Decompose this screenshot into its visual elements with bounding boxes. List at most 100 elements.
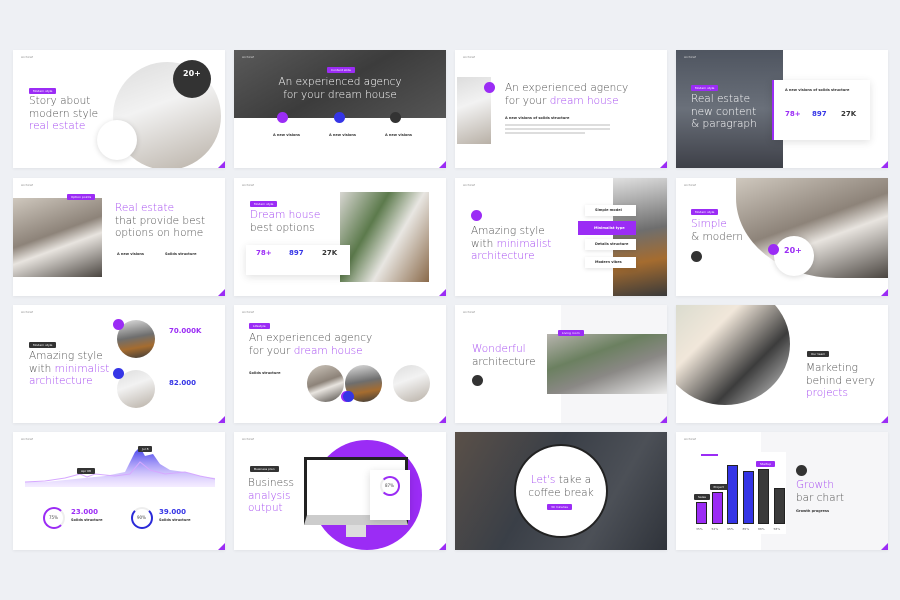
slide-title: Marketing behind every projects [806, 362, 876, 399]
slide-thumbnail-11[interactable]: Archiraf Living room Wonderful architectu… [455, 305, 667, 423]
corner-mark [881, 289, 888, 296]
slide-tag: Modern style [29, 342, 57, 348]
bar [773, 488, 785, 524]
slide-thumbnail-7[interactable]: Archiraf Amazing style with minimalist arc… [455, 178, 667, 296]
slide-thumbnail-3[interactable]: Archiraf An experienced agency for your d… [455, 50, 667, 168]
monitor-stand [346, 525, 366, 537]
feature-label: Solids structure [165, 252, 197, 256]
corner-mark [218, 416, 225, 423]
slide-title: Business analysis output [248, 477, 294, 514]
stat-value: 82.000 [169, 379, 197, 387]
slide-thumbnail-9[interactable]: Archiraf Modern style Amazing style with … [13, 305, 225, 423]
style-icon [471, 210, 482, 221]
brand-logo: Archiraf [684, 55, 696, 59]
corner-mark [660, 161, 667, 168]
bar [696, 502, 707, 524]
feature-icon [484, 82, 495, 93]
slide-tag: Option points [67, 194, 96, 200]
corner-mark [218, 543, 225, 550]
slide-thumbnail-4[interactable]: Archiraf Modern style Real estate new con… [676, 50, 888, 168]
stat-value: 27K [841, 110, 857, 118]
bar [711, 491, 723, 524]
slide-thumbnail-15[interactable]: Let's take a coffee break 30 minutes [455, 432, 667, 550]
slide-thumbnail-14[interactable]: Archiraf 87% Business plan Business analy… [234, 432, 446, 550]
stat-label: Solids structure [71, 518, 103, 522]
corner-mark [439, 543, 446, 550]
option-label: Minimalist type [594, 226, 625, 230]
brand-logo: Archiraf [21, 437, 33, 441]
corner-mark [439, 416, 446, 423]
brand-logo: Archiraf [242, 55, 254, 59]
slide-tag: Modern style [250, 201, 278, 207]
stat-badge: 20+ [774, 236, 814, 276]
slide-tag: Our team [807, 351, 830, 357]
option-item-selected[interactable]: Minimalist type [578, 221, 636, 235]
slide-thumbnail-12[interactable]: Our team Marketing behind every projects [676, 305, 888, 423]
bar-label: 95% [727, 527, 734, 531]
feature-icon [113, 319, 124, 330]
slide-thumbnail-1[interactable]: Archiraf 20+ Modern style Story about mod… [13, 50, 225, 168]
kitchen-photo [613, 178, 667, 296]
slide-tag: Living room [558, 330, 584, 336]
brand-logo: Archiraf [21, 183, 33, 187]
option-item[interactable]: Modern vibes [585, 257, 636, 268]
slide-thumbnail-6[interactable]: Archiraf Modern style Dream house best op… [234, 178, 446, 296]
living-room-photo [13, 198, 102, 277]
slide-title: Let's take a coffee break [528, 474, 594, 499]
slide-title: Amazing style with minimalist architecture [29, 350, 110, 387]
badge-icon [768, 244, 779, 255]
option-label: Details structure [595, 242, 629, 246]
brand-logo: Archiraf [21, 310, 33, 314]
brand-logo: Archiraf [463, 183, 475, 187]
slide-thumbnail-16[interactable]: Archiraf 35% 52% 95% 85% 88% 58% Sales Project S… [676, 432, 888, 550]
stat-badge: 20+ [173, 60, 211, 98]
slide-tag: Lifestyle [249, 323, 270, 329]
text-line [505, 128, 610, 130]
option-item[interactable]: Details structure [585, 239, 636, 250]
brand-logo: Archiraf [684, 437, 696, 441]
option-label: Modern vibes [595, 260, 622, 264]
duration-button[interactable]: 30 minutes [547, 504, 572, 510]
feature-icon [343, 391, 354, 402]
ring-value: 87% [385, 483, 394, 488]
ring-value: 90% [137, 515, 146, 520]
feature-label: A new visions [329, 133, 356, 137]
photo-circle [393, 365, 430, 402]
corner-mark [881, 416, 888, 423]
slide-title: Real estate new content & paragraph [691, 93, 757, 130]
slide-thumbnail-5[interactable]: Archiraf Option points Real estate that p… [13, 178, 225, 296]
slide-tag: Modern style [29, 88, 57, 94]
feature-label: A new visions [117, 252, 144, 256]
bar [742, 471, 754, 524]
option-item[interactable]: Simple model [585, 205, 636, 216]
subtitle: Growth progress [796, 509, 830, 513]
stat-value: 39.000 [159, 508, 187, 516]
slide-tag: Modern style [691, 209, 719, 215]
slide-thumbnail-10[interactable]: Archiraf Lifestyle An experienced agency… [234, 305, 446, 423]
feature-label: A new visions [385, 133, 412, 137]
bar-annotation: Startup [756, 461, 776, 468]
bar-label: 52% [711, 527, 719, 531]
brand-logo: Archiraf [242, 310, 254, 314]
corner-mark [660, 416, 667, 423]
progress-ring: 90% [131, 507, 153, 529]
brand-logo: Archiraf [242, 437, 254, 441]
corner-mark [881, 543, 888, 550]
slide-thumbnail-8[interactable]: Archiraf Modern style Simple & modern 20+ [676, 178, 888, 296]
stat-value: 78+ [785, 110, 801, 118]
slide-tag: Modern style [691, 85, 719, 91]
slide-title: Wonderful architecture [472, 343, 536, 368]
slide-title: Growth bar chart [796, 479, 845, 504]
stat-value: 27K [322, 249, 338, 257]
slide-title: An experienced agency for your dream hous… [249, 332, 373, 357]
brand-logo: Archiraf [242, 183, 254, 187]
slide-title: Amazing style with minimalist architecture [471, 225, 552, 262]
feature-icon [390, 112, 401, 123]
slide-thumbnail-2[interactable]: Archiraf Content slide An experienced ag… [234, 50, 446, 168]
slide-title: Real estate that provide best options on h… [115, 202, 206, 239]
text-line [505, 132, 585, 134]
brand-logo: Archiraf [463, 310, 475, 314]
subtitle: A new visions of solids structure [505, 116, 570, 120]
slide-thumbnail-13[interactable]: Archiraf Apr 08 Jul 8 75% 23.000 Solids … [13, 432, 225, 550]
note-circle [97, 120, 137, 160]
